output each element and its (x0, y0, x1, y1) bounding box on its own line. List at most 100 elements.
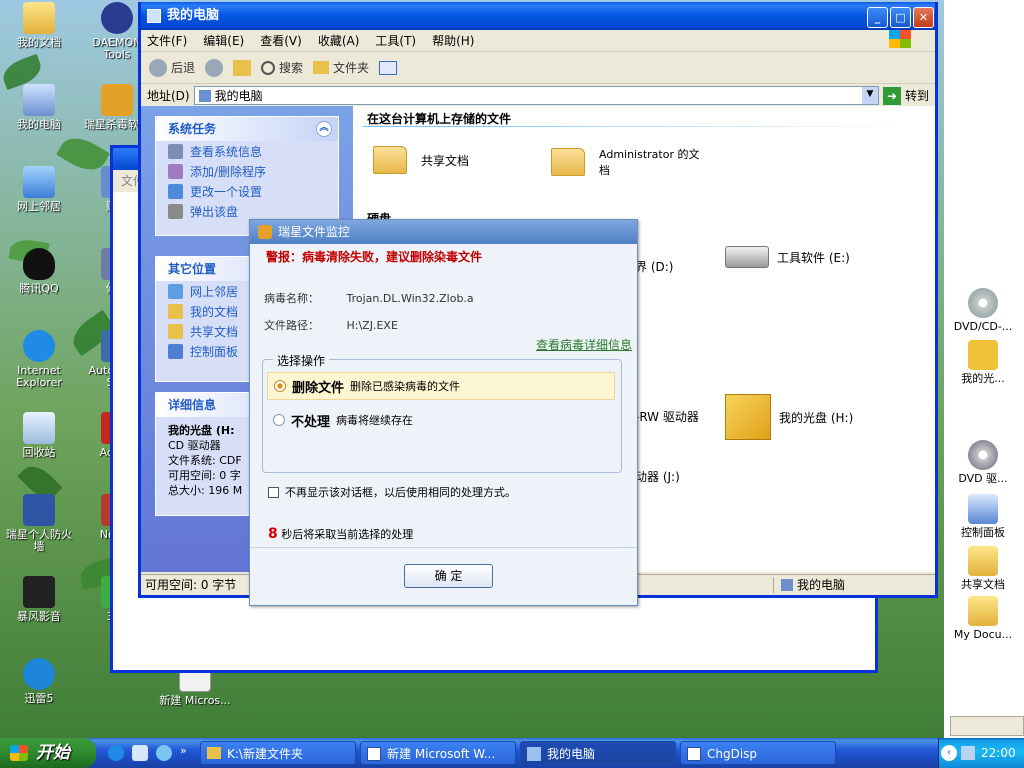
clock[interactable]: 22:00 (981, 738, 1016, 768)
word-icon (367, 747, 381, 761)
menu-tools[interactable]: 工具(T) (375, 32, 416, 49)
ok-button[interactable]: 确 定 (404, 564, 493, 588)
go-arrow-icon: ➜ (882, 86, 901, 105)
back-arrow-icon (149, 58, 167, 77)
media-quicklaunch-icon[interactable] (132, 745, 148, 761)
radio-unselected-icon (273, 414, 285, 426)
item-drive-h[interactable]: 我的光盘 (H:) (725, 394, 853, 440)
menu-edit[interactable]: 编辑(E) (203, 32, 244, 49)
menu-favorites[interactable]: 收藏(A) (318, 32, 360, 49)
collapse-icon[interactable]: ︽ (316, 121, 332, 137)
item-drive-j[interactable]: 动器 (J:) (635, 468, 680, 485)
back-button[interactable]: 后退 (149, 58, 195, 77)
desktop-icon-my-computer[interactable]: 我的电脑 (2, 84, 76, 131)
control-panel-icon (168, 343, 183, 359)
desktop-icon-thunder[interactable]: 迅雷5 (2, 658, 76, 705)
network-icon (168, 283, 183, 299)
desktop-icon-dvd-cd[interactable]: DVD/CD-... (948, 288, 1018, 333)
task-change-setting[interactable]: 更改一个设置 (156, 181, 338, 201)
control-panel-icon (968, 494, 998, 524)
close-button[interactable]: ✕ (913, 7, 934, 28)
desktop-icon-my-disc[interactable]: 我的光... (948, 340, 1018, 385)
thunder-bird-icon (23, 658, 55, 690)
thunder-quicklaunch-icon[interactable] (156, 745, 172, 761)
folder-icon (313, 61, 330, 74)
recycle-bin-icon (23, 412, 55, 444)
countdown-text: 秒后将采取当前选择的处理 (281, 528, 414, 541)
desktop-icon-network[interactable]: 网上邻居 (2, 166, 76, 213)
file-path-label: 文件路径： (264, 319, 319, 332)
address-input[interactable]: 我的电脑 ▼ (193, 86, 879, 105)
desktop-icon-baofeng[interactable]: 暴风影音 (2, 576, 76, 623)
desktop-icon-my-documents[interactable]: 我的文档 (2, 2, 76, 49)
menu-help[interactable]: 帮助(H) (432, 32, 474, 49)
minimize-button[interactable]: _ (867, 7, 888, 28)
task-my-computer[interactable]: 我的电脑 (520, 741, 676, 765)
maximize-button[interactable]: □ (890, 7, 911, 28)
virus-details-link[interactable]: 查看病毒详细信息 (536, 336, 632, 353)
status-location: 我的电脑 (797, 578, 846, 592)
desktop-icon-my-documents-right[interactable]: My Docu... (948, 596, 1018, 641)
expand-quicklaunch-icon[interactable]: » (180, 744, 187, 757)
explorer-titlebar[interactable]: 我的电脑 _ □ ✕ (141, 2, 935, 30)
folder-icon (168, 303, 183, 319)
start-button[interactable]: 开始 (0, 738, 96, 768)
dont-show-checkbox[interactable]: 不再显示该对话框，以后使用相同的处理方式。 (268, 484, 516, 500)
ie-quicklaunch-icon[interactable] (108, 745, 124, 761)
option-delete[interactable]: 删除文件 删除已感染病毒的文件 (267, 372, 615, 400)
task-view-system-info[interactable]: 查看系统信息 (156, 141, 338, 161)
folder-icon (168, 323, 183, 339)
system-info-icon (168, 143, 183, 159)
up-folder-icon (233, 59, 252, 76)
item-drive-e[interactable]: 工具软件 (E:) (725, 246, 850, 268)
windows-logo-icon (889, 30, 911, 48)
search-button[interactable]: 搜索 (261, 59, 303, 76)
qq-penguin-icon (23, 248, 55, 280)
desktop-icon-dvd-drive[interactable]: DVD 驱... (948, 440, 1018, 485)
tray-expand-icon[interactable]: ‹ (941, 745, 957, 761)
views-icon (379, 60, 398, 75)
task-word-doc[interactable]: 新建 Microsoft W... (360, 741, 516, 765)
menu-view[interactable]: 查看(V) (260, 32, 302, 49)
option-ignore[interactable]: 不处理 病毒将继续存在 (267, 408, 413, 432)
item-drive-rw[interactable]: -RW 驱动器 (635, 408, 699, 425)
settings-icon (168, 183, 183, 199)
desktop-icon-ie[interactable]: Internet Explorer (2, 330, 76, 389)
disc-label-icon (725, 394, 771, 440)
system-tray: ‹ 22:00 (938, 738, 1024, 768)
task-add-remove-programs[interactable]: 添加/删除程序 (156, 161, 338, 181)
folder-icon (23, 2, 55, 34)
folder-icon (968, 596, 998, 626)
network-tray-icon[interactable] (961, 746, 975, 760)
dropdown-arrow-icon[interactable]: ▼ (861, 87, 878, 104)
folder-icon (373, 146, 407, 174)
desktop-icon-shared-docs[interactable]: 共享文档 (948, 546, 1018, 591)
task-eject-disk[interactable]: 弹出该盘 (156, 201, 338, 221)
desktop-icon-qq[interactable]: 腾讯QQ (2, 248, 76, 295)
go-button[interactable]: ➜ 转到 (882, 86, 929, 105)
views-button[interactable] (379, 60, 398, 75)
forward-button[interactable] (205, 58, 224, 77)
desktop-icon-firewall[interactable]: 瑞星个人防火墙 (2, 494, 76, 553)
virus-name-value: Trojan.DL.Win32.Zlob.a (346, 292, 474, 305)
menu-file[interactable]: 文件(F) (147, 32, 187, 49)
up-folder-button[interactable] (233, 59, 252, 76)
checkbox-icon (268, 486, 279, 498)
dialog-titlebar[interactable]: 瑞星文件监控 (250, 220, 637, 244)
desktop-icon-control-panel[interactable]: 控制面板 (948, 494, 1018, 539)
item-drive-d[interactable]: 界 (D:) (635, 258, 673, 275)
desktop-icon-recycle-bin[interactable]: 回收站 (2, 412, 76, 459)
hard-drive-icon (725, 246, 769, 268)
tray-toolbar (950, 716, 1024, 736)
task-chgdisp[interactable]: ChgDisp (680, 741, 836, 765)
windows-flag-icon (10, 745, 28, 761)
folder-icon (968, 546, 998, 576)
system-tasks-title[interactable]: 系统任务 ︽ (156, 117, 338, 141)
folders-button[interactable]: 文件夹 (313, 59, 369, 76)
item-shared-docs[interactable]: 共享文档 (373, 146, 469, 174)
task-new-folder[interactable]: K:\新建文件夹 (200, 741, 356, 765)
disc-label-icon (968, 340, 998, 370)
standard-toolbar: 后退 搜索 文件夹 (141, 52, 935, 84)
item-admin-docs[interactable]: Administrator 的文档 (551, 146, 709, 178)
folder-icon (551, 148, 585, 176)
